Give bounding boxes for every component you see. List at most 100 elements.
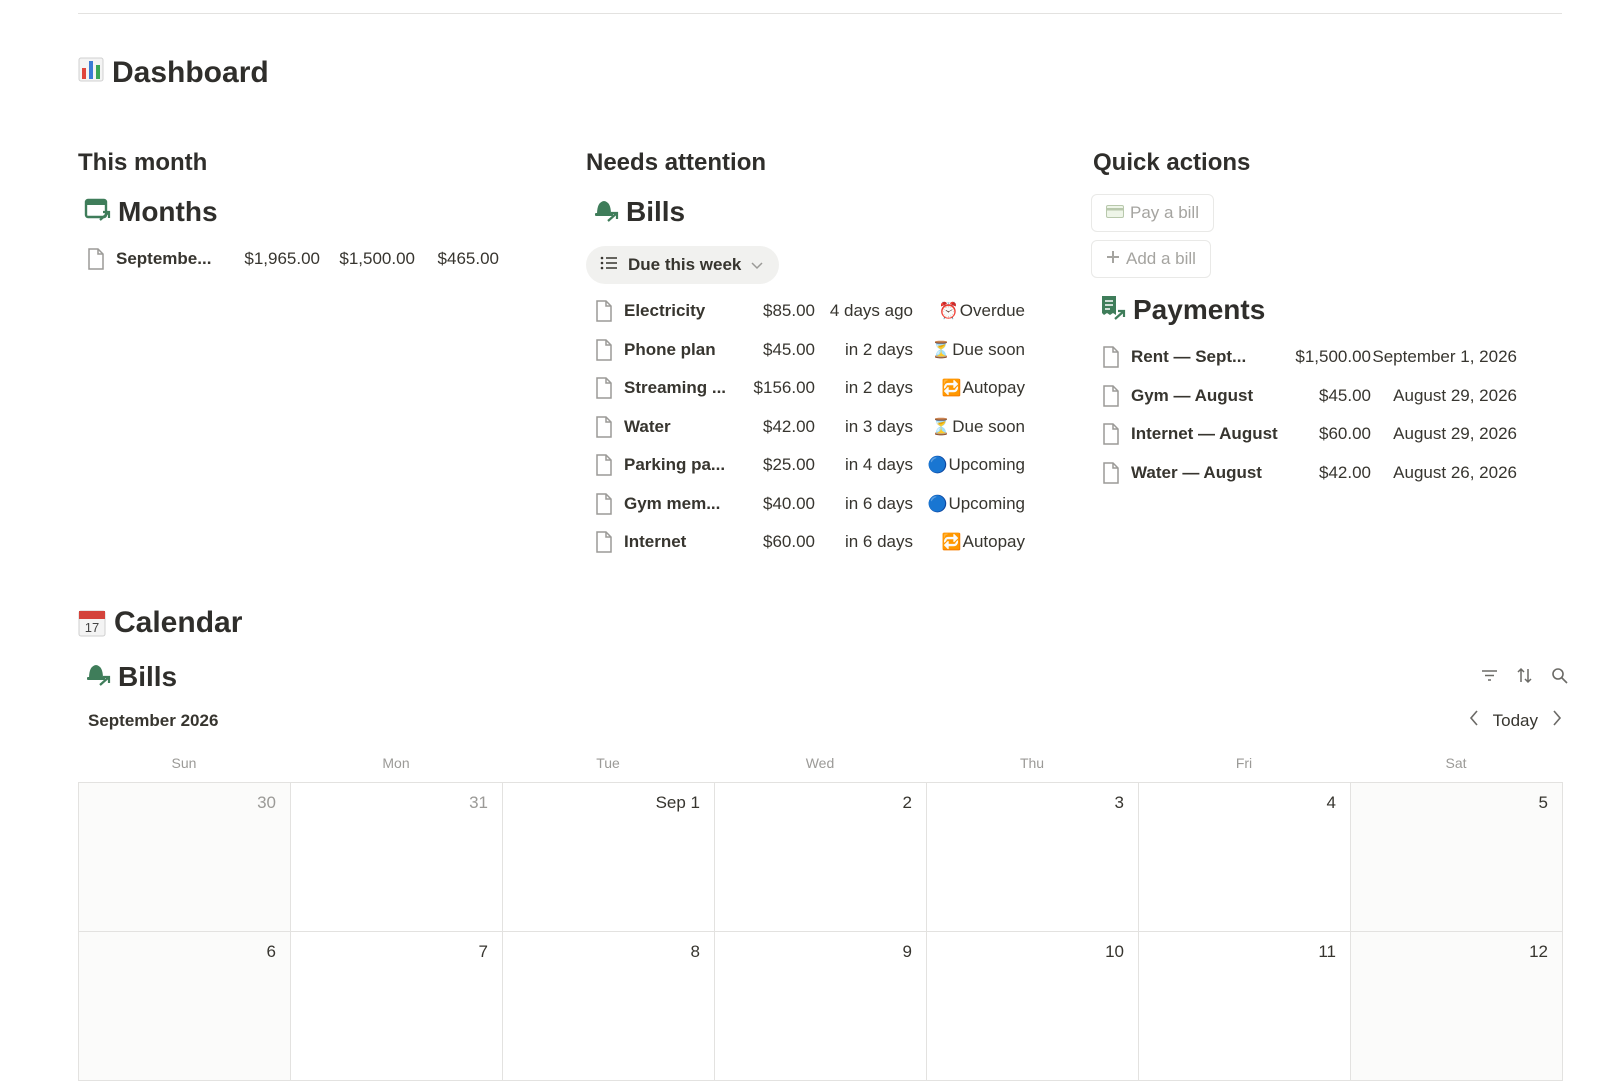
bill-due: in 3 days	[844, 416, 913, 436]
bill-row[interactable]: Water $42.00 in 3 days ⏳Due soon	[586, 408, 1026, 447]
calendar-day-cell[interactable]: 5	[1351, 783, 1563, 932]
status-icon: ⏳	[931, 341, 952, 359]
status-text: Due soon	[952, 416, 1025, 436]
page-icon	[596, 493, 612, 515]
calendar-day-cell[interactable]: 3	[927, 783, 1139, 932]
calendar-day-cell[interactable]: 9	[715, 932, 927, 1081]
bill-status: ⏳Due soon	[913, 340, 1025, 360]
calendar-heading-text: Calendar	[114, 606, 243, 639]
bill-amount: $42.00	[763, 416, 815, 436]
sort-icon[interactable]	[1516, 667, 1533, 684]
bill-row[interactable]: Phone plan $45.00 in 2 days ⏳Due soon	[586, 331, 1026, 370]
bell-link-icon	[592, 196, 620, 229]
payment-date: August 29, 2026	[1393, 385, 1517, 405]
calendar-bills-db-title[interactable]: Bills	[84, 660, 177, 693]
bill-row[interactable]: Internet $60.00 in 6 days 🔁Autopay	[586, 523, 1026, 562]
day-number: 9	[902, 942, 912, 961]
calendar-day-cell[interactable]: 8	[503, 932, 715, 1081]
weekday-label: Wed	[805, 755, 835, 771]
bill-status: ⏳Due soon	[913, 417, 1025, 437]
status-text: Autopay	[962, 532, 1025, 552]
payment-row[interactable]: Internet — August $60.00 August 29, 2026	[1093, 415, 1533, 454]
calendar-grid: 30 31 Sep 1 2 3 4 5 6 7 8 9 10 11 12	[78, 782, 1563, 1081]
day-number: 6	[266, 942, 276, 961]
bill-name: Phone plan	[624, 339, 716, 359]
bill-amount: $25.00	[763, 455, 815, 475]
calendar-day-cell[interactable]: 30	[79, 783, 291, 932]
today-button[interactable]: Today	[1493, 711, 1538, 731]
list-icon	[600, 255, 618, 275]
calendar-day-cell[interactable]: 10	[927, 932, 1139, 1081]
bill-due: in 4 days	[844, 455, 913, 475]
status-icon: 🔁	[941, 380, 962, 398]
payment-row[interactable]: Rent — Sept... $1,500.00 September 1, 2026	[1093, 338, 1533, 377]
bill-amount: $85.00	[763, 301, 815, 321]
status-text: Upcoming	[948, 493, 1025, 513]
month-total: $1,965.00	[244, 249, 320, 269]
chevron-left-icon[interactable]	[1469, 710, 1479, 731]
payment-amount: $60.00	[1319, 424, 1371, 444]
bill-row[interactable]: Electricity $85.00 4 days ago ⏰Overdue	[586, 292, 1026, 331]
payment-amount: $45.00	[1319, 385, 1371, 405]
day-number: 11	[1318, 942, 1336, 961]
calendar-heading: 17 Calendar	[78, 606, 242, 640]
payment-row[interactable]: Water — August $42.00 August 26, 2026	[1093, 454, 1533, 493]
bills-db-title[interactable]: Bills	[586, 194, 1026, 230]
bill-status: 🔁Autopay	[913, 532, 1025, 552]
chevron-right-icon[interactable]	[1552, 710, 1562, 731]
status-text: Upcoming	[948, 455, 1025, 475]
months-db-title[interactable]: Months	[78, 194, 518, 230]
receipt-link-icon	[1099, 294, 1127, 327]
status-text: Due soon	[952, 339, 1025, 359]
search-icon[interactable]	[1551, 667, 1568, 684]
calendar-day-cell[interactable]: 6	[79, 932, 291, 1081]
weekday-label: Fri	[1235, 755, 1253, 771]
month-remaining: $465.00	[437, 249, 499, 269]
needs-attention-heading: Needs attention	[586, 149, 767, 176]
day-number: 12	[1529, 942, 1548, 961]
calendar-day-cell[interactable]: 11	[1139, 932, 1351, 1081]
quick-actions-section: Quick actions Pay a bill Add a bill Paym…	[1091, 148, 1533, 493]
status-icon: ⏰	[938, 303, 959, 321]
bill-due: in 6 days	[844, 493, 913, 513]
calendar-day-cell[interactable]: 4	[1139, 783, 1351, 932]
calendar-day-cell[interactable]: 7	[291, 932, 503, 1081]
bill-row[interactable]: Parking pa... $25.00 in 4 days 🔵Upcoming	[586, 446, 1026, 485]
bills-list: Electricity $85.00 4 days ago ⏰Overdue Phone…	[586, 292, 1026, 562]
bill-row[interactable]: Streaming ... $156.00 in 2 days 🔁Autopay	[586, 369, 1026, 408]
bill-name: Parking pa...	[624, 455, 726, 475]
weekday-label: Thu	[1019, 755, 1045, 771]
view-selector-due-this-week[interactable]: Due this week	[586, 246, 780, 284]
add-a-bill-button[interactable]: Add a bill	[1091, 240, 1211, 278]
calendar-day-cell[interactable]: 12	[1351, 932, 1563, 1081]
status-text: Overdue	[959, 301, 1025, 321]
filter-icon[interactable]	[1481, 667, 1498, 684]
pay-a-bill-button[interactable]: Pay a bill	[1091, 194, 1214, 232]
page-icon	[596, 531, 612, 553]
bill-status: ⏰Overdue	[913, 301, 1025, 321]
payment-name: Water — August	[1131, 462, 1262, 482]
month-paid: $1,500.00	[339, 249, 415, 269]
calendar-icon: 17	[78, 609, 106, 637]
bill-due: in 2 days	[844, 339, 913, 359]
card-icon	[1106, 203, 1124, 223]
day-number: Sep 1	[655, 793, 700, 812]
day-number: 4	[1326, 793, 1336, 812]
bill-name: Water	[624, 416, 671, 436]
calendar-toolbar	[1481, 667, 1568, 684]
payment-row[interactable]: Gym — August $45.00 August 29, 2026	[1093, 377, 1533, 416]
bill-row[interactable]: Gym mem... $40.00 in 6 days 🔵Upcoming	[586, 485, 1026, 524]
payments-db-title[interactable]: Payments	[1093, 292, 1533, 328]
list-item[interactable]: Septembe... $1,965.00 $1,500.00 $465.00	[78, 240, 518, 279]
weekday-label: Sun	[171, 755, 197, 771]
months-list: Septembe... $1,965.00 $1,500.00 $465.00	[78, 240, 518, 279]
bar-chart-icon	[78, 56, 104, 90]
bill-due: in 2 days	[844, 378, 913, 398]
calendar-day-cell[interactable]: 2	[715, 783, 927, 932]
calendar-day-cell[interactable]: 31	[291, 783, 503, 932]
bill-status: 🔵Upcoming	[913, 455, 1025, 475]
calendar-day-cell[interactable]: Sep 1	[503, 783, 715, 932]
bill-due: 4 days ago	[829, 301, 913, 321]
payment-date: September 1, 2026	[1372, 347, 1517, 367]
this-month-heading: This month	[78, 149, 208, 176]
